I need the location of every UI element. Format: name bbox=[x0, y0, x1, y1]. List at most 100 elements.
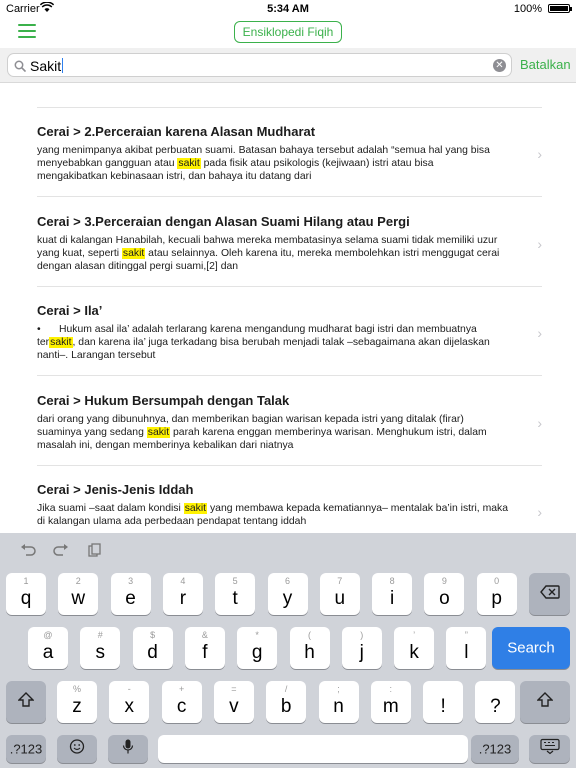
key-label: e bbox=[125, 588, 136, 609]
space-key[interactable] bbox=[158, 735, 468, 763]
key-label: t bbox=[232, 588, 238, 609]
key-s[interactable]: # s bbox=[80, 627, 121, 669]
key-j[interactable]: ) j bbox=[341, 627, 382, 669]
key-z[interactable]: % z bbox=[57, 681, 97, 723]
key-label: g bbox=[251, 642, 263, 663]
keyboard-hide-icon bbox=[529, 738, 570, 760]
keyboard-toolbar bbox=[0, 533, 576, 569]
key-u[interactable]: 7u bbox=[319, 573, 360, 615]
key-x[interactable]: -x bbox=[109, 681, 150, 723]
key-label: k bbox=[409, 642, 419, 663]
snippet-line: menyebabkan gangguan atau sakit pada fis… bbox=[37, 158, 434, 169]
keyboard: 1 q 2 w 3 e 4 r 5 t 6 y 7 u 8 i 9 o 0 p @ a # s $ d & f * g(h) j’ k” l Se… bbox=[0, 533, 576, 768]
key-n[interactable]: ; n bbox=[318, 681, 359, 723]
key-m[interactable]: :m bbox=[370, 681, 411, 723]
numbers-key[interactable]: .?123 bbox=[471, 735, 519, 763]
key-t[interactable]: 5t bbox=[215, 573, 256, 615]
key-hint: & bbox=[201, 630, 208, 640]
key-label: f bbox=[202, 642, 208, 663]
key-y[interactable]: 6y bbox=[267, 573, 308, 615]
search-input[interactable]: Sakit ✕ bbox=[7, 53, 512, 77]
numbers-key[interactable]: .?123 bbox=[6, 735, 46, 763]
key-k[interactable]: ’ k bbox=[394, 627, 435, 669]
shift-key[interactable] bbox=[520, 681, 570, 723]
chevron-right-icon: › bbox=[537, 325, 542, 341]
battery-icon bbox=[548, 4, 572, 13]
key-label: u bbox=[334, 588, 346, 609]
key-hint: @ bbox=[43, 630, 53, 640]
key-r[interactable]: 4r bbox=[162, 573, 203, 615]
key-label: b bbox=[280, 696, 292, 717]
shift-key[interactable] bbox=[6, 681, 46, 723]
key-hint: 6 bbox=[284, 576, 290, 586]
key-d[interactable]: $ d bbox=[132, 627, 173, 669]
key-h[interactable]: (h bbox=[289, 627, 330, 669]
shift-icon bbox=[520, 692, 570, 712]
chevron-right-icon: › bbox=[537, 504, 542, 520]
result-title: Cerai > Hukum Bersumpah dengan Talak bbox=[37, 393, 290, 408]
key-f[interactable]: & f bbox=[184, 627, 225, 669]
snippet-line: nanti–. Larangan tersebut bbox=[37, 350, 156, 361]
cancel-button[interactable]: Batalkan bbox=[520, 57, 571, 72]
key-i[interactable]: 8i bbox=[372, 573, 413, 615]
key-hint: 3 bbox=[128, 576, 134, 586]
result-snippet: Hukum asal ila’ adalah terlarang karena … bbox=[37, 323, 517, 362]
clear-circle-icon[interactable]: ✕ bbox=[493, 59, 506, 72]
key-label: i bbox=[389, 588, 395, 609]
snippet-line: dengan alasan ditinggal pergi suami,[2] … bbox=[37, 261, 239, 272]
key-label: Search bbox=[507, 639, 555, 657]
result-title: Cerai > 3.Perceraian dengan Alasan Suami… bbox=[37, 214, 410, 229]
key-label: r bbox=[179, 588, 187, 609]
app-title[interactable]: Ensiklopedi Fiqih bbox=[234, 21, 342, 43]
key-l[interactable]: ” l bbox=[446, 627, 487, 669]
search-highlight: sakit bbox=[49, 337, 73, 348]
key-label: z bbox=[72, 696, 82, 717]
search-input-value: Sakit bbox=[30, 58, 62, 74]
key-q[interactable]: 1q bbox=[6, 573, 46, 615]
key-hint: ) bbox=[360, 630, 364, 640]
key-e[interactable]: 3e bbox=[110, 573, 151, 615]
key-a[interactable]: @ a bbox=[28, 627, 68, 669]
key-hint: 7 bbox=[337, 576, 343, 586]
key-hint: $ bbox=[150, 630, 156, 640]
result-item[interactable]: Cerai > 3.Perceraian dengan Alasan Suami… bbox=[0, 198, 576, 287]
snippet-line: Jika suami –saat dalam kondisi sakit yan… bbox=[37, 503, 508, 514]
clock: 5:34 AM bbox=[267, 3, 309, 15]
key-w[interactable]: 2w bbox=[58, 573, 99, 615]
key-label: l bbox=[464, 642, 469, 663]
status-bar: Carrier 5:34 AM 100% bbox=[0, 0, 576, 18]
key-hint: / bbox=[284, 684, 288, 694]
paste-icon[interactable] bbox=[88, 543, 102, 560]
key-label: v bbox=[229, 696, 239, 717]
emoji-key[interactable] bbox=[57, 735, 97, 763]
key-hint: ’ bbox=[413, 630, 416, 640]
search-key[interactable]: Search bbox=[492, 627, 570, 669]
result-item[interactable]: Cerai > Jenis-Jenis Iddah Jika suami –saa… bbox=[0, 466, 576, 533]
snippet-line: Hukum asal ila’ adalah terlarang karena … bbox=[37, 323, 517, 336]
key-exclamation[interactable]: ! bbox=[423, 681, 464, 723]
key-question[interactable]: ? bbox=[475, 681, 516, 723]
result-item[interactable]: Cerai > Ila’ Hukum asal ila’ adalah terla… bbox=[0, 287, 576, 376]
backspace-key[interactable] bbox=[529, 573, 570, 615]
snippet-line: yang kuat, seperti sakit atau selainnya.… bbox=[37, 248, 500, 259]
backspace-icon bbox=[529, 584, 570, 604]
undo-icon[interactable] bbox=[20, 543, 36, 559]
hamburger-icon[interactable] bbox=[18, 24, 36, 38]
key-c[interactable]: + c bbox=[161, 681, 202, 723]
dismiss-keyboard-key[interactable] bbox=[529, 735, 570, 763]
key-hint: 9 bbox=[441, 576, 447, 586]
key-p[interactable]: 0p bbox=[476, 573, 517, 615]
redo-icon[interactable] bbox=[53, 543, 69, 559]
dictation-key[interactable] bbox=[108, 735, 148, 763]
key-v[interactable]: = v bbox=[213, 681, 254, 723]
key-label: n bbox=[333, 696, 344, 717]
result-snippet: kuat di kalangan Hanabilah, kecuali bahw… bbox=[37, 234, 517, 273]
text-caret bbox=[62, 58, 64, 73]
key-b[interactable]: / b bbox=[266, 681, 307, 723]
result-item[interactable]: Cerai > 2.Perceraian karena Alasan Mudha… bbox=[0, 108, 576, 197]
result-item[interactable]: Cerai > Hukum Bersumpah dengan Talak dari… bbox=[0, 377, 576, 466]
result-snippet: yang menimpanya akibat perbuatan suami. … bbox=[37, 144, 517, 183]
key-o[interactable]: 9o bbox=[424, 573, 465, 615]
key-g[interactable]: * g bbox=[237, 627, 278, 669]
result-title: Cerai > Ila’ bbox=[37, 303, 103, 318]
